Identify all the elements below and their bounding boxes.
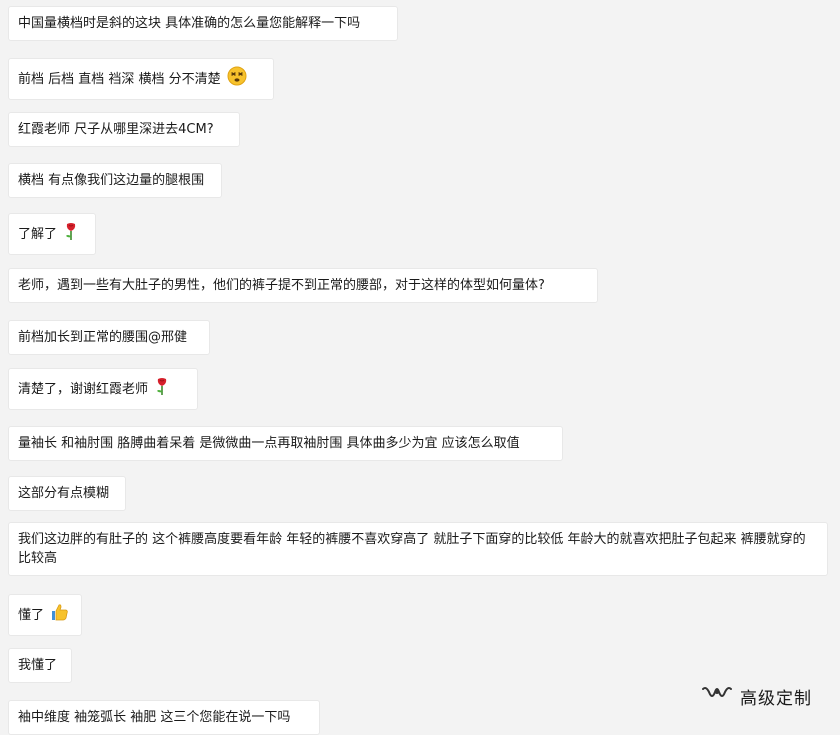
wechat-channel-icon (700, 682, 734, 710)
rose-icon (154, 376, 170, 402)
thumbs-up-icon (50, 602, 70, 628)
rose-icon (63, 221, 79, 247)
message-text: 清楚了，谢谢红霞老师 (18, 382, 149, 397)
message-bubble[interactable]: 懂了 (8, 594, 82, 636)
message-text: 横档 有点像我们这边量的腿根围 (18, 173, 205, 188)
message-bubble[interactable]: 这部分有点模糊 (8, 476, 126, 511)
message-text: 前档 后档 直档 裆深 横档 分不清楚 (18, 72, 221, 87)
dizzy-face-icon (227, 66, 247, 92)
message-bubble[interactable]: 中国量横档时是斜的这块 具体准确的怎么量您能解释一下吗 (8, 6, 398, 41)
message-bubble[interactable]: 横档 有点像我们这边量的腿根围 (8, 163, 222, 198)
message-text: 袖中维度 袖笼弧长 袖肥 这三个您能在说一下吗 (18, 710, 291, 725)
message-text: 这部分有点模糊 (18, 486, 110, 501)
message-bubble[interactable]: 袖中维度 袖笼弧长 袖肥 这三个您能在说一下吗 (8, 700, 320, 735)
message-text: 中国量横档时是斜的这块 具体准确的怎么量您能解释一下吗 (18, 16, 361, 31)
message-text: 我们这边胖的有肚子的 这个裤腰高度要看年龄 年轻的裤腰不喜欢穿高了 就肚子下面穿… (18, 532, 806, 566)
message-bubble[interactable]: 我们这边胖的有肚子的 这个裤腰高度要看年龄 年轻的裤腰不喜欢穿高了 就肚子下面穿… (8, 522, 828, 576)
watermark-text: 高级定制 (740, 688, 812, 709)
message-text: 前档加长到正常的腰围@邢健 (18, 330, 188, 345)
message-bubble[interactable]: 了解了 (8, 213, 96, 255)
message-bubble[interactable]: 清楚了，谢谢红霞老师 (8, 368, 198, 410)
message-text: 懂了 (18, 608, 45, 623)
watermark: 高级定制 (700, 682, 812, 710)
message-bubble[interactable]: 前档 后档 直档 裆深 横档 分不清楚 (8, 58, 274, 100)
message-bubble[interactable]: 前档加长到正常的腰围@邢健 (8, 320, 210, 355)
message-text: 红霞老师 尺子从哪里深进去4CM? (18, 122, 214, 137)
message-text: 我懂了 (18, 658, 58, 673)
message-bubble[interactable]: 老师，遇到一些有大肚子的男性，他们的裤子提不到正常的腰部，对于这样的体型如何量体… (8, 268, 598, 303)
chat-message-list: 中国量横档时是斜的这块 具体准确的怎么量您能解释一下吗 前档 后档 直档 裆深 … (0, 0, 840, 735)
message-text: 老师，遇到一些有大肚子的男性，他们的裤子提不到正常的腰部，对于这样的体型如何量体… (18, 278, 545, 293)
message-bubble[interactable]: 量袖长 和袖肘围 胳膊曲着呆着 是微微曲一点再取袖肘围 具体曲多少为宜 应该怎么… (8, 426, 563, 461)
message-text: 了解了 (18, 227, 58, 242)
message-bubble[interactable]: 我懂了 (8, 648, 72, 683)
message-bubble[interactable]: 红霞老师 尺子从哪里深进去4CM? (8, 112, 240, 147)
message-text: 量袖长 和袖肘围 胳膊曲着呆着 是微微曲一点再取袖肘围 具体曲多少为宜 应该怎么… (18, 436, 520, 451)
